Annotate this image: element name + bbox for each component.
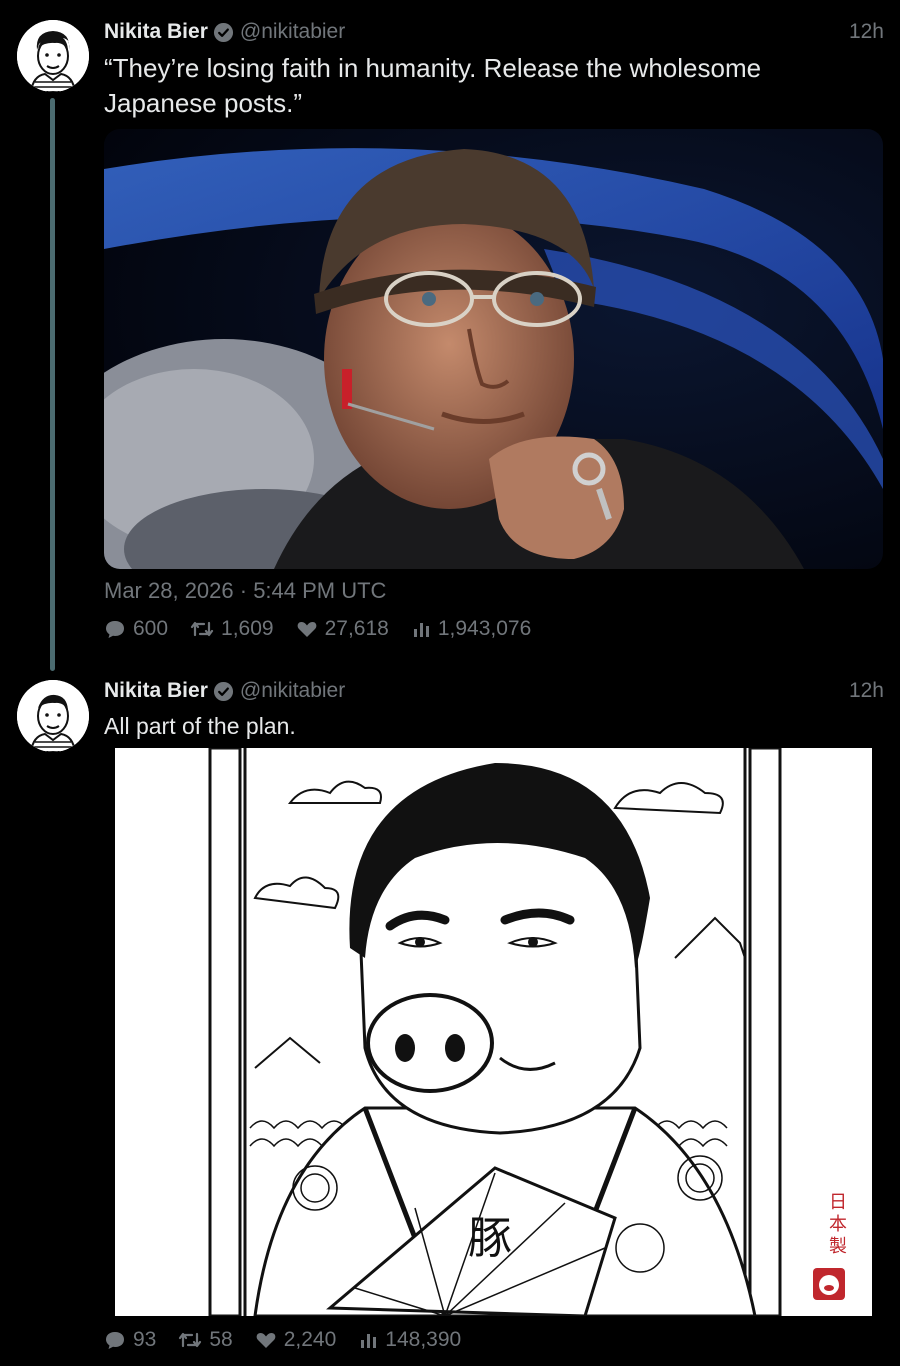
reply-button[interactable]: 600 <box>104 617 168 641</box>
post-time[interactable]: 12h <box>849 679 884 703</box>
post-text: “They’re losing faith in humanity. Relea… <box>104 53 762 118</box>
views-icon <box>413 623 429 637</box>
reply-icon <box>106 1332 124 1349</box>
fan-kanji-label: 豚 <box>468 1213 512 1264</box>
repost-icon <box>190 621 214 637</box>
reply-count: 93 <box>133 1328 157 1351</box>
repost-button[interactable]: 1,609 <box>190 617 274 641</box>
verified-badge-icon <box>213 681 233 701</box>
pig-man-illustration-image: 豚 日 本 製 <box>115 748 872 1316</box>
views-button[interactable]: 148,390 <box>358 1328 461 1352</box>
author-name[interactable]: Nikita Bier <box>104 679 208 703</box>
like-button[interactable]: 27,618 <box>296 617 389 641</box>
like-icon <box>256 1333 276 1348</box>
views-button[interactable]: 1,943,076 <box>411 617 531 641</box>
post-timestamp[interactable]: Mar 28, 2026 · 5:44 PM UTC <box>104 578 386 604</box>
like-icon <box>297 622 316 637</box>
repost-count: 58 <box>209 1328 233 1351</box>
author-handle[interactable]: @nikitabier <box>240 679 345 703</box>
views-count: 1,943,076 <box>437 617 532 640</box>
like-count: 2,240 <box>283 1328 337 1351</box>
repost-icon <box>179 1332 202 1348</box>
reply-icon <box>106 621 124 638</box>
post-metrics-bar: 93 58 2,240 148,390 <box>104 1328 483 1352</box>
verified-badge-icon <box>213 22 233 42</box>
repost-button[interactable]: 58 <box>178 1328 233 1352</box>
post-header: Nikita Bier @nikitabier 12h <box>104 676 884 706</box>
man-portrait-image <box>104 129 883 569</box>
repost-count: 1,609 <box>221 617 274 640</box>
post-media-photo[interactable] <box>104 129 883 569</box>
like-count: 27,618 <box>324 617 389 640</box>
thread-connector-line <box>50 98 55 671</box>
avatar[interactable] <box>17 680 89 752</box>
reply-count: 600 <box>133 617 169 640</box>
like-button[interactable]: 2,240 <box>255 1328 337 1352</box>
reply-button[interactable]: 93 <box>104 1328 156 1352</box>
post-media-illustration[interactable]: 豚 日 本 製 <box>115 748 872 1316</box>
avatar[interactable] <box>17 20 89 92</box>
views-count: 148,390 <box>385 1328 462 1351</box>
post-metrics-bar: 600 1,609 27,618 1,943,076 <box>104 617 553 641</box>
post-header: Nikita Bier @nikitabier 12h <box>104 17 884 47</box>
author-name[interactable]: Nikita Bier <box>104 20 208 44</box>
post-text: All part of the plan. <box>104 713 296 739</box>
views-icon <box>361 1334 377 1348</box>
author-handle[interactable]: @nikitabier <box>240 20 345 44</box>
avatar-cartoon-icon <box>17 20 89 92</box>
avatar-cartoon-icon <box>17 680 89 752</box>
post-time[interactable]: 12h <box>849 20 884 44</box>
